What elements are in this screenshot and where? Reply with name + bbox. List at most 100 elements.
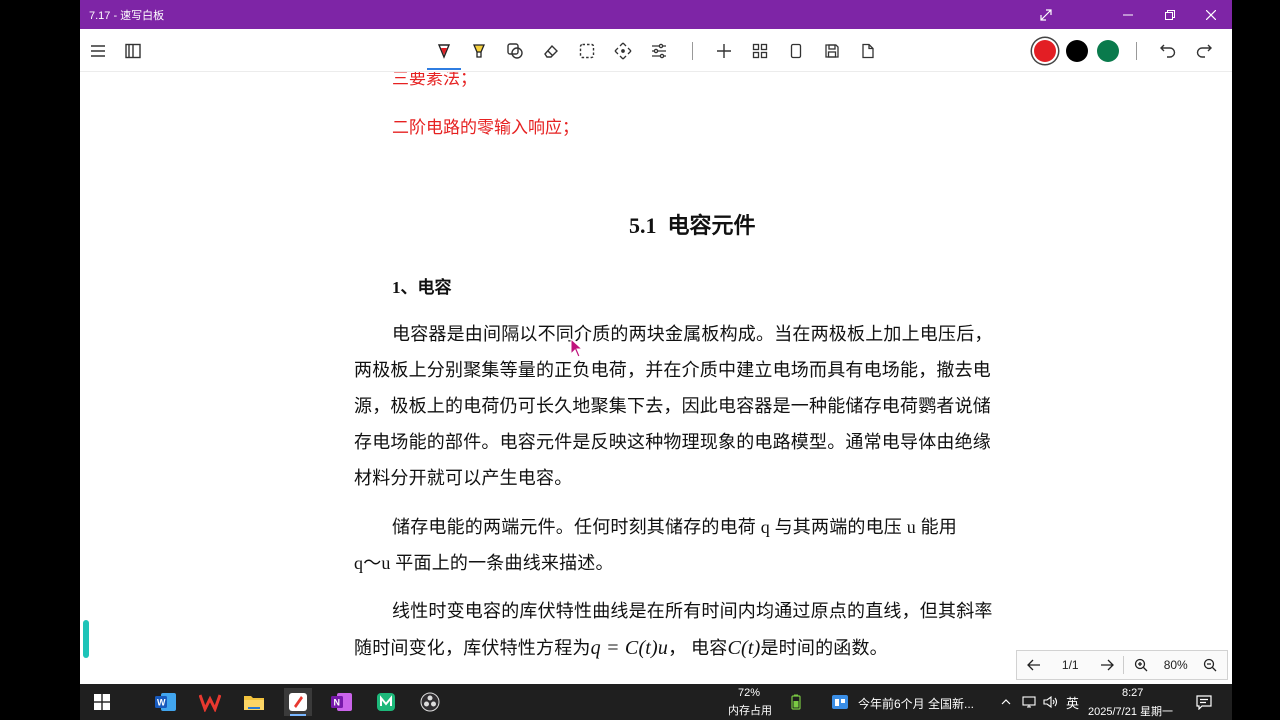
move-icon	[614, 42, 632, 60]
chevron-up-icon	[1001, 699, 1011, 705]
export-button[interactable]	[854, 37, 882, 65]
news-headline[interactable]: 今年前6个月 全国新...	[858, 695, 974, 712]
save-icon	[825, 44, 839, 58]
page-view-button[interactable]	[782, 37, 810, 65]
eraser-button[interactable]	[537, 37, 565, 65]
zoom-out-button[interactable]	[1193, 651, 1227, 679]
taskbar-app-wps[interactable]	[196, 688, 224, 716]
undo-icon	[1160, 44, 1176, 58]
color-swatch-green[interactable]	[1097, 40, 1119, 62]
page-icon	[790, 43, 802, 59]
taskbar-app-explorer[interactable]	[240, 688, 268, 716]
save-button[interactable]	[818, 37, 846, 65]
eraser-icon	[544, 44, 558, 58]
file-export-icon	[862, 43, 874, 59]
restore-button[interactable]	[1152, 0, 1188, 29]
zoom-out-icon	[1204, 658, 1217, 672]
arrow-right-icon	[1100, 659, 1114, 671]
memory-percent: 72%	[738, 687, 761, 699]
add-page-button[interactable]	[710, 37, 738, 65]
obs-icon	[420, 692, 440, 712]
input-method[interactable]: 英	[1066, 693, 1079, 712]
shape-tool-button[interactable]	[501, 37, 529, 65]
pages-button[interactable]	[119, 37, 147, 65]
section-title: 电容元件	[667, 213, 756, 238]
green-app-icon	[377, 693, 395, 711]
notification-center[interactable]	[1190, 688, 1218, 716]
svg-text:N: N	[334, 698, 341, 708]
taskbar-app-word[interactable]: W	[152, 688, 180, 716]
book-icon	[125, 43, 141, 59]
grid-button[interactable]	[746, 37, 774, 65]
battery-icon	[791, 694, 801, 710]
restore-icon	[1165, 9, 1175, 20]
paragraph-line: 两极板上分别聚集等量的正负电荷，并在介质中建立电场而具有电场能，撤去电	[354, 360, 991, 380]
notification-icon	[1196, 694, 1212, 710]
scroll-indicator[interactable]	[83, 620, 89, 658]
title-bar: 7.17 - 速写白板	[80, 0, 1232, 29]
start-button[interactable]	[88, 688, 116, 716]
zoom-in-icon	[1135, 658, 1148, 672]
document-canvas[interactable]: 三要素法； 二阶电路的零输入响应； 5.1 电容元件 1、电容 电容器是由间隔以…	[80, 72, 1232, 684]
volume-tray[interactable]	[1040, 688, 1062, 716]
app-window: 7.17 - 速写白板 三要素法； 二阶电路的零输入响应； 5.1 电容元件 1…	[80, 0, 1232, 684]
settings-button[interactable]	[645, 37, 673, 65]
color-swatch-black[interactable]	[1066, 40, 1088, 62]
news-widget[interactable]	[826, 688, 854, 716]
grid-icon	[752, 43, 768, 59]
shapes-icon	[507, 43, 523, 59]
pan-button[interactable]	[609, 37, 637, 65]
paragraph-line: 随时间变化，库伏特性方程为q = C(t)u， 电容C(t)是时间的函数。	[354, 634, 888, 660]
color-swatch-red[interactable]	[1034, 40, 1056, 62]
paragraph-line: 储存电能的两端元件。任何时刻其储存的电荷 q 与其两端的电压 u 能用	[392, 517, 957, 537]
previous-page-button[interactable]	[1017, 651, 1051, 679]
text-run: 随时间变化，库伏特性方程为	[354, 638, 591, 658]
svg-text:W: W	[157, 698, 166, 708]
minimize-icon	[1123, 14, 1133, 15]
zoom-in-button[interactable]	[1124, 651, 1158, 679]
sliders-icon	[652, 43, 666, 59]
paragraph-line: 线性时变电容的库伏特性曲线是在所有时间内均通过原点的直线，但其斜率	[392, 601, 993, 621]
pen-tool-button[interactable]	[430, 37, 458, 65]
window-title: 7.17 - 速写白板	[89, 10, 165, 22]
close-button[interactable]	[1193, 0, 1229, 29]
page-indicator: 1/1	[1061, 658, 1079, 672]
lasso-select-button[interactable]	[573, 37, 601, 65]
word-icon: W	[155, 693, 176, 711]
taskbar-app-onenote[interactable]: N	[328, 688, 356, 716]
show-hidden-icons[interactable]	[996, 688, 1016, 716]
news-icon	[832, 695, 848, 709]
taskbar-app-obs[interactable]	[416, 688, 444, 716]
paragraph-line: 源，极板上的电荷仍可长久地聚集下去，因此电容器是一种能储存电荷鹦者说储	[354, 396, 991, 416]
red-note-1: 三要素法；	[392, 72, 477, 88]
expand-icon	[1040, 8, 1052, 21]
network-icon	[1022, 696, 1036, 708]
battery-tray[interactable]	[782, 688, 810, 716]
minimize-button[interactable]	[1110, 0, 1146, 29]
speaker-icon	[1043, 696, 1058, 708]
taskbar-app-notes[interactable]	[372, 688, 400, 716]
onenote-icon: N	[331, 693, 352, 711]
menu-button[interactable]	[84, 37, 112, 65]
hamburger-icon	[91, 45, 105, 57]
next-page-button[interactable]	[1090, 651, 1124, 679]
active-tool-indicator	[427, 68, 461, 70]
pen-icon	[437, 44, 451, 59]
highlighter-button[interactable]	[465, 37, 493, 65]
folder-icon	[244, 696, 264, 710]
clock-time[interactable]: 8:27	[1122, 687, 1143, 699]
undo-button[interactable]	[1154, 37, 1182, 65]
fullscreen-button[interactable]	[1028, 0, 1064, 29]
toolbar	[80, 29, 1232, 72]
dashed-select-icon	[579, 43, 595, 59]
paragraph-line: q～u 平面上的一条曲线来描述。	[354, 553, 614, 573]
redo-button[interactable]	[1190, 37, 1218, 65]
taskbar-app-whiteboard[interactable]	[284, 688, 312, 716]
clock-date[interactable]: 2025/7/21 星期一	[1088, 703, 1173, 719]
redo-icon	[1196, 44, 1212, 58]
taskbar: W N 72% 内存占用 今年前6个月 全国新... 英 8:27 2025/7…	[80, 684, 1232, 720]
network-tray[interactable]	[1018, 688, 1040, 716]
toolbar-separator	[1136, 42, 1137, 60]
paragraph-line: 存电场能的部件。电容元件是反映这种物理现象的电路模型。通常电导体由绝缘	[354, 432, 991, 452]
toolbar-separator	[692, 42, 693, 60]
